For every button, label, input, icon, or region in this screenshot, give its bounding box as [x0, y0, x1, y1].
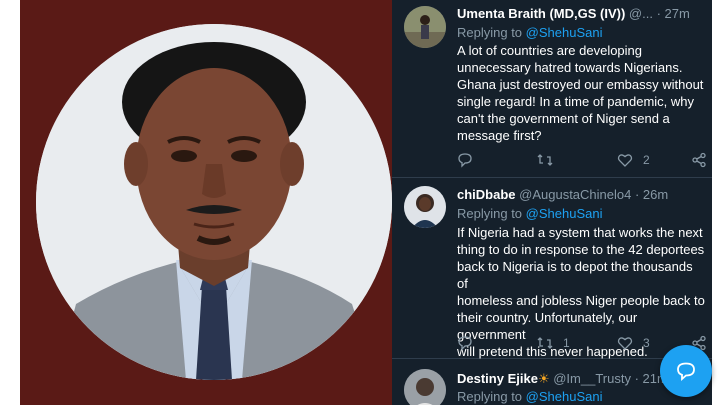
tweet-line: back to Nigeria is to depot the thousand… [457, 259, 693, 291]
replying-to-label: Replying to [457, 389, 523, 404]
tweet-line: A lot of countries are developing [457, 43, 643, 58]
tweet[interactable]: chiDbabe @AugustaChinelo4 · 26m Replying… [392, 178, 712, 359]
mention-link[interactable]: @ShehuSani [526, 389, 603, 404]
display-name[interactable]: Destiny Ejike [457, 371, 538, 386]
user-handle[interactable]: @AugustaChinelo4 [519, 187, 631, 202]
tweet-line: message first? [457, 128, 542, 143]
like-count: 2 [643, 153, 650, 167]
reply-icon [458, 153, 472, 168]
reply-icon [458, 336, 472, 351]
mention-link[interactable]: @ShehuSani [526, 206, 603, 221]
replying-to-label: Replying to [457, 206, 523, 221]
reply-button[interactable] [457, 333, 483, 353]
retweet-button[interactable]: 1 [537, 333, 570, 353]
tweet-text: A lot of countries are developing unnece… [457, 42, 707, 144]
share-button[interactable] [691, 150, 707, 170]
tweet-line: can't the government of Niger send a [457, 111, 670, 126]
reply-button[interactable] [457, 150, 483, 170]
screen-edge [712, 0, 720, 405]
like-icon [617, 337, 633, 350]
tweet-actions: 2 [457, 150, 709, 170]
avatar[interactable] [404, 6, 446, 48]
photo-panel [0, 0, 392, 405]
tweet-line: Ghana just destroyed our embassy without [457, 77, 704, 92]
timestamp[interactable]: · 26m [635, 187, 668, 202]
display-name[interactable]: Umenta Braith (MD,GS (IV)) [457, 6, 625, 21]
like-button[interactable]: 2 [617, 150, 650, 170]
replying-to: Replying to @ShehuSani [457, 389, 602, 404]
tweet-line: unnecessary hatred towards Nigerians. [457, 60, 683, 75]
replying-to-label: Replying to [457, 25, 523, 40]
mention-link[interactable]: @ShehuSani [526, 25, 603, 40]
reply-feed[interactable]: Umenta Braith (MD,GS (IV)) @... · 27m Re… [392, 0, 720, 405]
display-name[interactable]: chiDbabe [457, 187, 516, 202]
tweet-header: Destiny Ejike☀ @Im__Trusty · 21m [457, 371, 668, 387]
like-count: 3 [643, 336, 650, 350]
replying-to: Replying to @ShehuSani [457, 25, 602, 40]
sun-badge-icon: ☀ [537, 371, 550, 386]
avatar[interactable] [404, 369, 446, 405]
like-icon [617, 154, 633, 167]
tweet-header: chiDbabe @AugustaChinelo4 · 26m [457, 187, 668, 202]
tweet-line: thing to do in response to the 42 deport… [457, 242, 705, 257]
avatar[interactable] [404, 186, 446, 228]
retweet-icon [537, 337, 553, 349]
photo-border [0, 0, 20, 405]
replying-to: Replying to @ShehuSani [457, 206, 602, 221]
retweet-icon [537, 154, 553, 166]
user-handle[interactable]: @Im__Trusty [553, 371, 631, 386]
tweet-line: If Nigeria had a system that works the n… [457, 225, 703, 240]
tweet[interactable]: Umenta Braith (MD,GS (IV)) @... · 27m Re… [392, 0, 712, 178]
compose-icon [677, 362, 695, 381]
timestamp[interactable]: · 27m [657, 6, 690, 21]
tweet-line: single regard! In a time of pandemic, wh… [457, 94, 695, 109]
tweet-line: homeless and jobless Niger people back t… [457, 293, 705, 308]
user-handle[interactable]: @... [629, 6, 653, 21]
tweet-header: Umenta Braith (MD,GS (IV)) @... · 27m [457, 6, 690, 21]
like-button[interactable]: 3 [617, 333, 650, 353]
compose-button[interactable] [660, 345, 712, 397]
profile-photo [36, 24, 392, 380]
share-icon [692, 152, 706, 168]
retweet-count: 1 [563, 336, 570, 350]
retweet-button[interactable] [537, 150, 563, 170]
